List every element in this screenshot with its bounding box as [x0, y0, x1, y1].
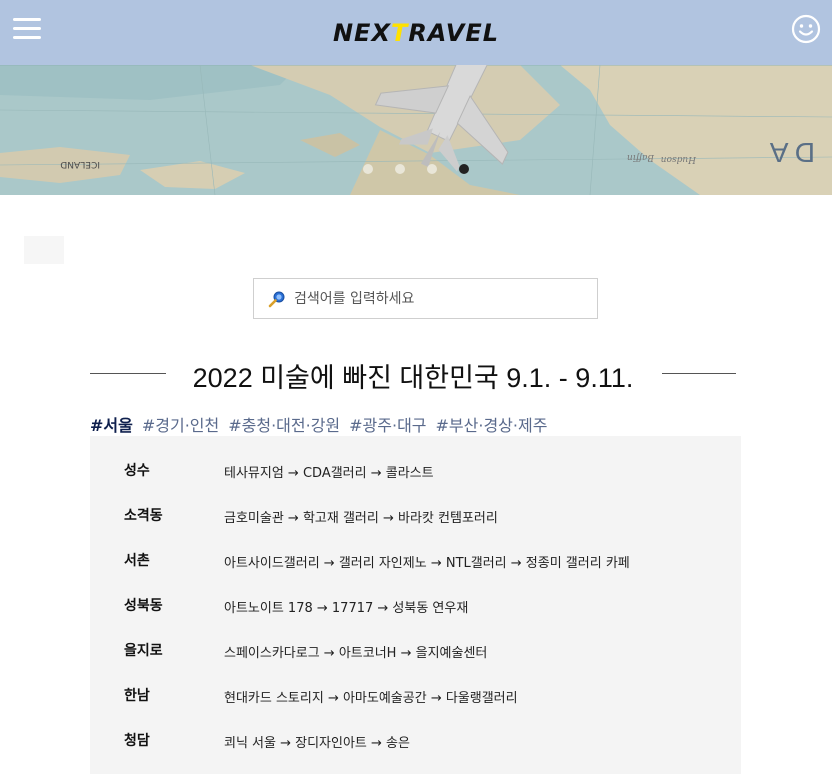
logo-suffix: RAVEL — [408, 19, 500, 47]
magnifier-icon — [268, 291, 285, 307]
route-area: 서촌 — [124, 553, 150, 569]
route-path[interactable]: 스페이스카다로그 → 아트코너H → 을지예술센터 — [224, 642, 487, 661]
route-path[interactable]: 아트사이드갤러리 → 갤러리 자인제노 → NTL갤러리 → 정종미 갤러리 카… — [224, 552, 630, 571]
route-path[interactable]: 테사뮤지엄 → CDA갤러리 → 콜라스트 — [224, 462, 434, 481]
tab-chungcheong-daejeon-gangwon[interactable]: #충청·대전·강원 — [228, 412, 340, 436]
search-input[interactable] — [292, 289, 596, 308]
map-label-baffin: Baffin — [627, 152, 655, 162]
carousel-dot-4[interactable] — [459, 164, 469, 174]
carousel-dot-3[interactable] — [427, 164, 437, 174]
tab-busan-gyeongsang-jeju[interactable]: #부산·경상·제주 — [436, 412, 548, 436]
tab-gwangju-daegu[interactable]: #광주·대구 — [349, 412, 426, 436]
search-box[interactable] — [253, 278, 598, 319]
route-area: 을지로 — [124, 643, 163, 659]
route-path[interactable]: 쾨닉 서울 → 장디자인아트 → 송은 — [224, 732, 410, 751]
section-heading: 2022 미술에 빠진 대한민국 9.1. - 9.11. — [90, 356, 736, 393]
region-tabs: #서울 #경기·인천 #충청·대전·강원 #광주·대구 #부산·경상·제주 — [90, 412, 556, 436]
site-logo[interactable]: NEXTRAVEL — [0, 19, 832, 47]
map-label-hudson: Hudson — [661, 154, 697, 164]
hero-banner-map-image[interactable]: ICELAND Baffin Hudson D A — [0, 65, 832, 195]
tab-gyeonggi-incheon[interactable]: #경기·인천 — [142, 412, 219, 436]
route-row: 소격동 금호미술관 → 학고재 갤러리 → 바라캇 컨템포러리 — [90, 481, 741, 526]
tab-seoul[interactable]: #서울 — [90, 412, 133, 436]
carousel-dots — [0, 164, 832, 174]
route-row: 성수 테사뮤지엄 → CDA갤러리 → 콜라스트 — [90, 436, 741, 481]
route-area: 청담 — [124, 733, 150, 749]
route-path[interactable]: 금호미술관 → 학고재 갤러리 → 바라캇 컨템포러리 — [224, 507, 498, 526]
route-row: 한남 현대카드 스토리지 → 아마도예술공간 → 다울랭갤러리 — [90, 661, 741, 706]
route-row: 서촌 아트사이드갤러리 → 갤러리 자인제노 → NTL갤러리 → 정종미 갤러… — [90, 526, 741, 571]
carousel-dot-1[interactable] — [363, 164, 373, 174]
route-path[interactable]: 아트노이트 178 → 17717 → 성북동 연우재 — [224, 597, 468, 616]
heading-divider-right — [662, 373, 736, 374]
route-row: 청담 쾨닉 서울 → 장디자인아트 → 송은 — [90, 706, 741, 751]
route-area: 성수 — [124, 463, 150, 479]
route-row: 을지로 스페이스카다로그 → 아트코너H → 을지예술센터 — [90, 616, 741, 661]
route-area: 소격동 — [124, 508, 163, 524]
decorative-block — [24, 236, 64, 264]
route-row: 성북동 아트노이트 178 → 17717 → 성북동 연우재 — [90, 571, 741, 616]
top-header: NEXTRAVEL — [0, 0, 832, 65]
map-illustration: ICELAND Baffin Hudson D A — [0, 65, 832, 195]
carousel-dot-2[interactable] — [395, 164, 405, 174]
route-area: 한남 — [124, 688, 150, 704]
section-title: 2022 미술에 빠진 대한민국 9.1. - 9.11. — [192, 363, 634, 393]
logo-prefix: NEX — [332, 19, 391, 47]
logo-accent-letter: T — [390, 19, 409, 47]
route-path[interactable]: 현대카드 스토리지 → 아마도예술공간 → 다울랭갤러리 — [224, 687, 518, 706]
route-area: 성북동 — [124, 598, 163, 614]
route-list: 성수 테사뮤지엄 → CDA갤러리 → 콜라스트 소격동 금호미술관 → 학고재… — [90, 436, 741, 774]
smiley-face-icon[interactable] — [791, 14, 821, 44]
